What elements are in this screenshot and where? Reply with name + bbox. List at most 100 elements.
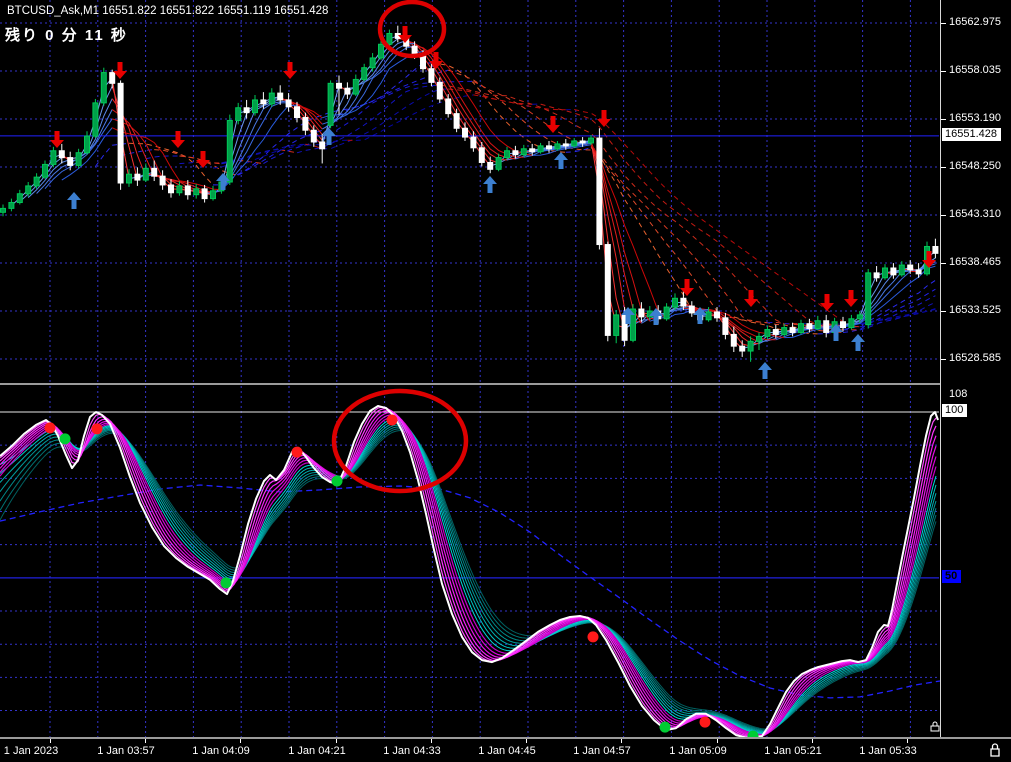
symbol-ohlc-header: BTCUSD_Ask,M1 16551.822 16551.822 16551.… — [7, 5, 329, 17]
price-tick — [941, 23, 946, 24]
candle-body — [100, 72, 107, 104]
candle-body — [336, 82, 342, 89]
price-label: 16562.975 — [949, 16, 1001, 28]
candle-body — [126, 173, 132, 184]
sell-dot — [91, 423, 103, 435]
sell-dot — [699, 716, 711, 728]
price-axis[interactable]: 16562.975 16558.035 16553.190 16548.250 1654… — [941, 0, 1011, 737]
price-label: 16548.250 — [949, 160, 1001, 172]
candle-body — [596, 137, 603, 246]
candle-body — [840, 321, 846, 329]
candle-countdown-timer: 残り 0 分 11 秒 — [5, 27, 128, 44]
candle-body — [319, 141, 326, 150]
stochastic-indicator-panel[interactable] — [0, 386, 941, 737]
candle-body — [260, 99, 267, 105]
candle-body — [16, 193, 23, 204]
candle-body — [478, 147, 485, 163]
mt4-chart-window: BTCUSD_Ask,M1 16551.822 16551.822 16551.… — [0, 0, 1011, 762]
candle-body — [798, 323, 804, 333]
candle-body — [512, 150, 519, 156]
sell-arrow-icon — [820, 294, 834, 311]
indicator-scale-label: 108 — [949, 388, 968, 400]
time-label: 1 Jan 03:57 — [97, 745, 155, 757]
candle-body — [243, 107, 250, 114]
buy-dot — [59, 433, 71, 445]
ma-ribbon-line — [422, 51, 533, 156]
time-tick — [526, 739, 527, 743]
candle-body — [75, 152, 82, 166]
candle-body — [151, 167, 158, 177]
candle-body — [235, 107, 242, 121]
candle-body — [520, 148, 527, 156]
price-tick — [941, 359, 946, 360]
candle-body — [554, 143, 561, 150]
candle-body — [67, 157, 74, 166]
ma-ribbon-dashed — [145, 155, 180, 160]
candle-body — [8, 202, 15, 209]
candle-body — [772, 329, 779, 335]
candle-body — [0, 207, 6, 213]
candle-body — [714, 311, 720, 319]
buy-arrow-icon — [758, 362, 772, 379]
candle-body — [907, 264, 914, 271]
candle-body — [84, 135, 90, 154]
price-label: 16553.190 — [949, 112, 1001, 124]
candle-body — [705, 311, 712, 321]
price-label: 16543.310 — [949, 208, 1001, 220]
ma-ribbon-line — [27, 98, 113, 198]
candle-body — [369, 57, 376, 69]
candle-body — [898, 264, 905, 276]
axis-lock-glyph — [990, 743, 1000, 757]
candle-body — [495, 157, 502, 170]
price-chart[interactable] — [0, 0, 941, 383]
sell-arrow-icon — [597, 110, 611, 127]
candle-body — [386, 33, 393, 45]
scale-lock-icon — [930, 721, 940, 732]
candle-body — [638, 308, 645, 318]
candle-body — [739, 345, 746, 352]
candle-body — [848, 318, 855, 329]
price-label: 16533.525 — [949, 304, 1001, 316]
candle-body — [873, 272, 880, 279]
candle-body — [856, 314, 863, 320]
sell-arrow-icon — [844, 290, 858, 307]
candle-body — [613, 314, 620, 336]
time-label: 1 Jan 05:09 — [669, 745, 727, 757]
buy-dot — [220, 577, 232, 589]
candle-body — [445, 98, 452, 115]
ma-ribbon-line — [204, 98, 281, 195]
candle-body — [663, 306, 670, 320]
level-100-tag[interactable]: 100 — [942, 404, 968, 417]
buy-arrow-icon — [554, 152, 568, 169]
candle-body — [327, 82, 334, 126]
price-label: 16538.465 — [949, 256, 1001, 268]
candle-body — [890, 267, 897, 276]
ma-ribbon-dashed — [179, 161, 197, 165]
candle-body — [159, 175, 166, 186]
candle-body — [193, 188, 200, 196]
time-label: 1 Jan 04:45 — [478, 745, 536, 757]
candle-body — [764, 329, 771, 337]
level-50-tag[interactable]: 50 — [942, 569, 962, 583]
axis-lock-icon[interactable] — [988, 742, 1002, 758]
current-price-tag[interactable]: 16551.428 — [942, 127, 1001, 141]
candle-body — [865, 272, 872, 326]
candle-body — [571, 140, 578, 147]
panel-separator[interactable] — [0, 383, 1011, 385]
time-axis[interactable]: 1 Jan 2023 1 Jan 03:57 1 Jan 04:09 1 Jan 04… — [0, 739, 1011, 762]
candle-body — [680, 297, 687, 307]
time-label: 1 Jan 2023 — [3, 745, 59, 757]
candle-body — [915, 269, 922, 275]
candle-body — [184, 185, 191, 196]
candle-body — [352, 78, 359, 95]
candle-body — [487, 161, 494, 170]
candle-body — [932, 245, 939, 254]
ma-ribbon-dashed — [448, 88, 533, 105]
candle-body — [168, 184, 174, 194]
candle-body — [42, 163, 48, 178]
price-tick — [941, 263, 946, 264]
candle-body — [823, 320, 830, 333]
ma-ribbon-line — [36, 109, 113, 194]
candle-body — [579, 140, 586, 144]
sell-arrow-icon — [744, 290, 758, 307]
